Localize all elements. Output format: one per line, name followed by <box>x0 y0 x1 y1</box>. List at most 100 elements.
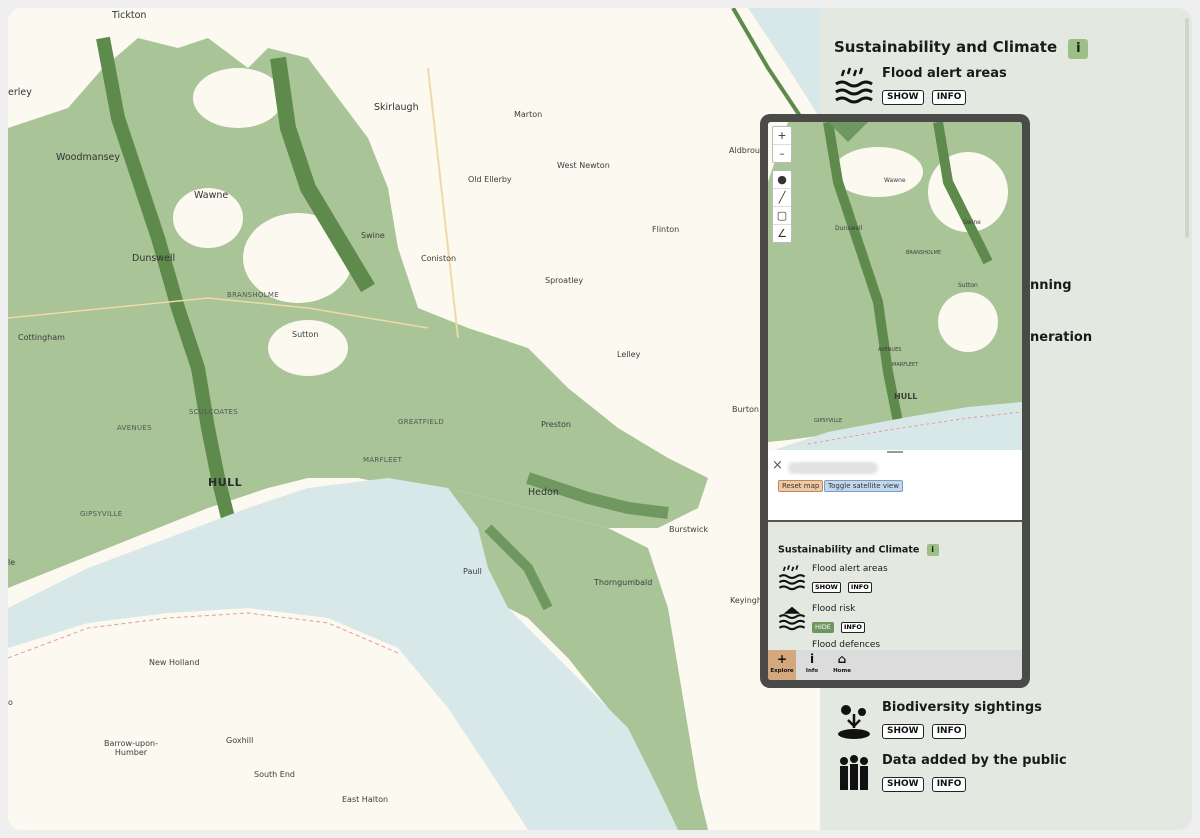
marker-icon[interactable]: ● <box>773 171 791 189</box>
map-view[interactable]: Tickton erley Woodmansey Wawne Skirlaugh… <box>8 8 820 830</box>
place-label: Sproatley <box>545 276 584 285</box>
place-label: Coniston <box>421 254 457 263</box>
app-frame: Tickton erley Woodmansey Wawne Skirlaugh… <box>8 8 1192 830</box>
info-icon[interactable]: i <box>1068 39 1089 59</box>
flood-alert-icon <box>778 565 806 591</box>
flood-alert-icon <box>835 67 873 104</box>
biodiversity-icon <box>838 705 870 739</box>
place-label: Flinton <box>652 225 680 234</box>
tab-label: Home <box>833 668 851 674</box>
mini-place-label: MARFLEET <box>892 362 919 368</box>
show-button[interactable]: SHOW <box>882 724 924 739</box>
place-label: erley <box>8 87 32 98</box>
reset-map-button[interactable]: Reset map <box>778 480 824 492</box>
show-button[interactable]: SHOW <box>812 582 841 593</box>
place-label: Tickton <box>112 10 147 21</box>
place-label: BRANSHOLME <box>227 291 279 299</box>
layer-data-added-by-the-public: Data added by the public SHOW INFO <box>834 753 1067 793</box>
panel-scrollbar[interactable] <box>1185 18 1189 238</box>
public-data-icon <box>840 755 868 790</box>
tab-explore[interactable]: + Explore <box>768 650 796 680</box>
layer-flood-defences: Flood defences <box>778 640 880 650</box>
mini-place-label: AVENUES <box>878 347 902 353</box>
info-button[interactable]: INFO <box>931 777 967 792</box>
place-label: New Holland <box>149 658 200 667</box>
flood-risk-icon <box>778 606 806 631</box>
place-label: East Halton <box>342 795 389 804</box>
info-button[interactable]: INFO <box>931 90 967 105</box>
mini-place-label: GIPSYVILLE <box>814 418 843 424</box>
place-label: o <box>8 698 13 707</box>
layer-name: Biodiversity sightings <box>882 700 1042 715</box>
place-label: Cottingham <box>18 333 65 342</box>
zoom-in-button[interactable]: + <box>773 127 791 145</box>
place-label: South End <box>254 770 295 779</box>
mobile-screen: + – ● ╱ ▢ ∠ Wawne Dunswell Swine BRANSHO… <box>768 122 1022 680</box>
layer-flood-alert-areas: Flood alert areas SHOW INFO <box>834 66 1007 106</box>
place-label: AVENUES <box>117 424 152 432</box>
layer-name: Flood alert areas <box>882 66 1007 81</box>
home-icon: ⌂ <box>837 652 847 666</box>
place-label: Hedon <box>528 487 559 498</box>
info-button[interactable]: INFO <box>841 622 865 633</box>
info-button[interactable]: INFO <box>847 582 872 593</box>
place-label: MARFLEET <box>363 456 403 464</box>
place-label: le <box>8 558 16 567</box>
place-label: GIPSYVILLE <box>80 510 123 518</box>
place-label: Burton <box>732 405 759 414</box>
zoom-out-button[interactable]: – <box>773 145 791 162</box>
layer-name: Flood defences <box>812 640 881 650</box>
mini-place-label: HULL <box>894 392 918 401</box>
hide-button[interactable]: HIDE <box>812 622 834 633</box>
place-label: Sutton <box>292 330 319 339</box>
tab-label: Explore <box>770 668 794 674</box>
bottom-tab-bar: + Explore i Info ⌂ Home <box>768 650 1022 680</box>
place-label: SCULCOATES <box>189 408 239 416</box>
bottom-sheet: × Reset map Toggle satellite view <box>768 450 1022 516</box>
info-icon: i <box>809 652 815 666</box>
info-button[interactable]: INFO <box>931 724 967 739</box>
section-title: Sustainability and Climate <box>778 544 920 556</box>
show-button[interactable]: SHOW <box>882 90 924 105</box>
close-icon[interactable]: × <box>772 458 783 473</box>
place-label: West Newton <box>557 161 610 170</box>
layer-flood-risk: Flood risk HIDE INFO <box>778 604 867 633</box>
mini-place-label: Sutton <box>958 282 978 289</box>
place-label: Marton <box>514 110 543 119</box>
angle-icon[interactable]: ∠ <box>773 225 791 242</box>
polygon-icon[interactable]: ▢ <box>773 207 791 225</box>
place-label: Goxhill <box>226 736 254 745</box>
tab-home[interactable]: ⌂ Home <box>828 650 856 680</box>
mini-place-label: Swine <box>963 219 981 226</box>
redacted-text <box>788 462 878 474</box>
place-label: Wawne <box>194 190 229 201</box>
layer-name: Data added by the public <box>882 753 1067 768</box>
place-label: Dunswell <box>132 253 176 264</box>
place-label: Thorngumbald <box>594 578 653 587</box>
section-header: Sustainability and Climate i <box>778 544 939 556</box>
info-icon[interactable]: i <box>926 544 939 556</box>
plus-icon: + <box>776 652 788 666</box>
mini-place-label: Wawne <box>884 177 906 184</box>
tab-info[interactable]: i Info <box>798 650 826 680</box>
place-label: Old Ellerby <box>468 175 512 184</box>
sheet-handle[interactable] <box>887 451 903 453</box>
place-label: Burstwick <box>669 525 708 534</box>
place-label: HULL <box>208 476 243 489</box>
show-button[interactable]: SHOW <box>882 777 924 792</box>
layer-name: Flood risk <box>812 604 856 614</box>
zoom-controls: + – <box>772 126 792 163</box>
partial-label: neration <box>1030 330 1093 345</box>
tab-label: Info <box>805 668 819 674</box>
line-icon[interactable]: ╱ <box>773 189 791 207</box>
toggle-satellite-button[interactable]: Toggle satellite view <box>824 480 903 492</box>
mini-place-label: BRANSHOLME <box>906 250 941 256</box>
place-label: GREATFIELD <box>398 418 445 426</box>
layer-flood-alert-areas: Flood alert areas SHOW INFO <box>778 564 888 593</box>
place-label: Lelley <box>617 350 641 359</box>
place-label: Woodmansey <box>56 152 121 163</box>
mobile-preview: + – ● ╱ ▢ ∠ Wawne Dunswell Swine BRANSHO… <box>760 114 1030 688</box>
section-header: Sustainability and Climate i <box>834 38 1089 59</box>
layer-name: Flood alert areas <box>812 564 888 574</box>
mobile-map[interactable]: + – ● ╱ ▢ ∠ Wawne Dunswell Swine BRANSHO… <box>768 122 1022 450</box>
